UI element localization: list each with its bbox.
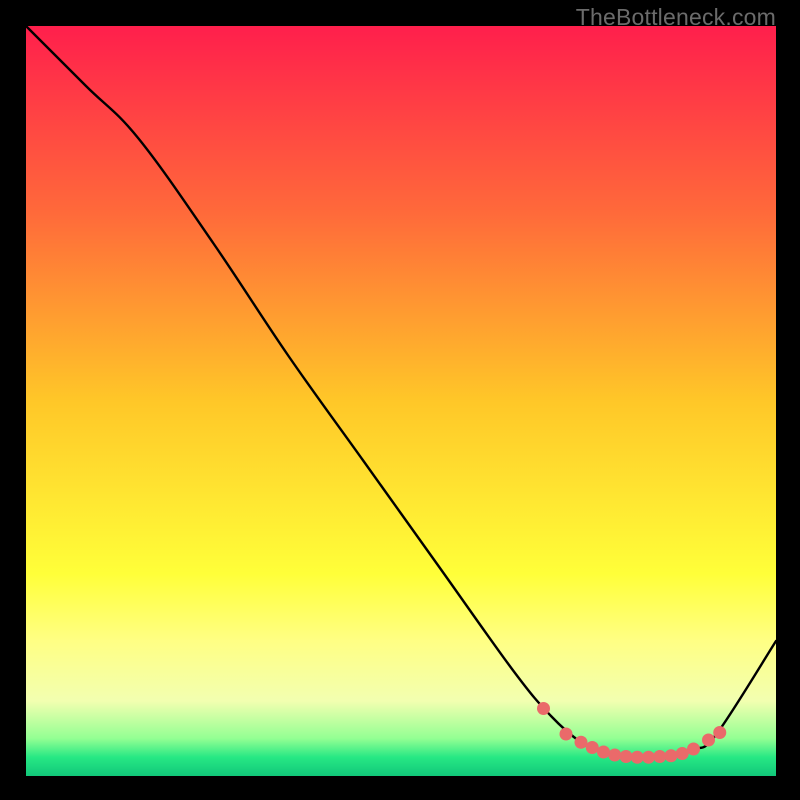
chart-marker-dot: [687, 743, 700, 756]
chart-marker-dot: [631, 751, 644, 764]
chart-marker-dot: [665, 749, 678, 762]
chart-marker-dot: [653, 750, 666, 763]
chart-marker-dot: [620, 750, 633, 763]
chart-marker-dot: [597, 746, 610, 759]
chart-marker-dot: [676, 747, 689, 760]
chart-marker-dot: [713, 726, 726, 739]
chart-svg: [26, 26, 776, 776]
chart-marker-dot: [586, 741, 599, 754]
watermark-text: TheBottleneck.com: [576, 4, 776, 31]
chart-marker-dot: [642, 751, 655, 764]
chart-stage: TheBottleneck.com: [0, 0, 800, 800]
chart-marker-dot: [608, 749, 621, 762]
chart-marker-dot: [575, 736, 588, 749]
chart-marker-dot: [702, 734, 715, 747]
chart-marker-dot: [537, 702, 550, 715]
chart-marker-dot: [560, 728, 573, 741]
chart-plot-area: [26, 26, 776, 776]
